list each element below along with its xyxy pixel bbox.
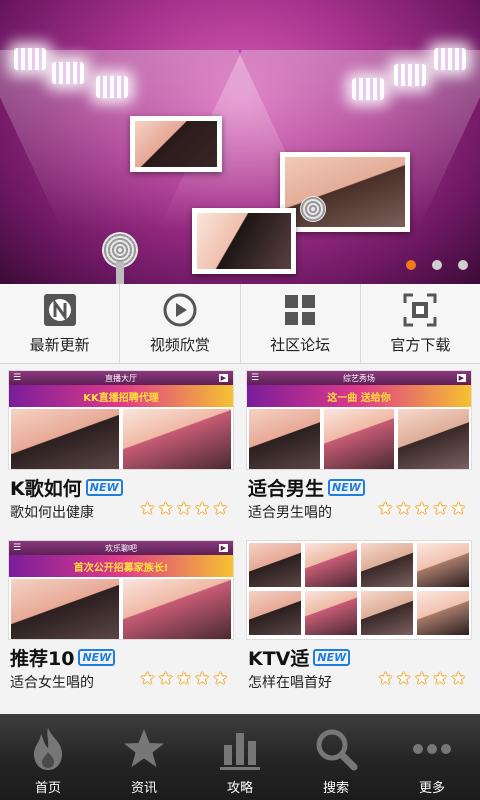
- star-icon: ★: [212, 669, 228, 689]
- microphone-icon: [300, 196, 326, 222]
- screenshot-banner: 首次公开招募家族长!: [9, 555, 233, 577]
- star-icon: ★: [139, 669, 155, 689]
- quick-nav: 最新更新 视频欣赏 社区论坛 官方下载: [0, 284, 480, 364]
- stage-lamp: [14, 48, 46, 70]
- card-title: KTV适 NEW: [248, 644, 351, 671]
- star-icon: ★: [158, 499, 174, 519]
- tab-label: 资讯: [130, 781, 157, 796]
- star-icon: ★: [158, 669, 174, 689]
- bar-chart-icon: [216, 725, 264, 773]
- grid-icon: [283, 293, 317, 327]
- carousel-dot[interactable]: [458, 260, 468, 270]
- app-screenshot: [246, 540, 472, 640]
- rating-stars: ★ ★ ★ ★ ★: [378, 501, 466, 518]
- tab-home[interactable]: 首页: [0, 714, 96, 800]
- flame-icon: [24, 725, 72, 773]
- tab-more[interactable]: 更多: [384, 714, 480, 800]
- stage-lamp: [352, 78, 384, 100]
- card-title: 适合男生 NEW: [248, 474, 365, 501]
- app-screenshot: 欢乐聊吧 首次公开招募家族长!: [8, 540, 234, 640]
- carousel-dot[interactable]: [406, 260, 416, 270]
- tab-label: 更多: [418, 781, 445, 796]
- stage-lamp: [96, 76, 128, 98]
- card-subtitle: 怎样在唱首好: [248, 675, 332, 691]
- tab-label: 搜索: [322, 781, 349, 796]
- quick-nav-download[interactable]: 官方下载: [361, 284, 480, 363]
- star-icon: ★: [396, 669, 412, 689]
- screenshot-header: 欢乐聊吧: [9, 541, 233, 555]
- quick-nav-label: 社区论坛: [270, 335, 331, 354]
- app-card[interactable]: 欢乐聊吧 首次公开招募家族长! 推荐10NEW 适合女生唱的 ★★★★★: [0, 534, 234, 694]
- carousel-indicator: [406, 260, 468, 270]
- tab-label: 攻略: [226, 781, 253, 796]
- more-dots-icon: [408, 725, 456, 773]
- star-icon: ★: [377, 669, 393, 689]
- star-icon: ★: [414, 499, 430, 519]
- star-icon: ★: [176, 499, 192, 519]
- quick-nav-label: 视频欣赏: [149, 335, 210, 354]
- star-icon: ★: [432, 669, 448, 689]
- quick-nav-forum[interactable]: 社区论坛: [241, 284, 361, 363]
- rating-stars: ★ ★ ★ ★ ★: [140, 671, 228, 688]
- banner-carousel[interactable]: [0, 0, 480, 284]
- star-icon: ★: [377, 499, 393, 519]
- app-card[interactable]: 综艺秀场 这一曲 送给你 适合男生NEW 适合男生唱的 ★★★★★: [238, 364, 472, 524]
- banner-photo: [130, 116, 222, 172]
- star-icon: ★: [194, 669, 210, 689]
- new-badge: NEW: [78, 649, 116, 666]
- new-badge: NEW: [85, 479, 123, 496]
- bottom-tab-bar: 首页 资讯 攻略 搜索 更多: [0, 714, 480, 800]
- app-screenshot: 综艺秀场 这一曲 送给你: [246, 370, 472, 470]
- quick-nav-latest[interactable]: 最新更新: [0, 284, 121, 363]
- card-subtitle: 适合男生唱的: [248, 505, 332, 521]
- quick-nav-label: 最新更新: [29, 335, 90, 354]
- card-title: K歌如何 NEW: [10, 474, 123, 501]
- star-icon: ★: [194, 499, 210, 519]
- screenshot-header: 直播大厅: [9, 371, 233, 385]
- banner-photo: [192, 208, 296, 274]
- rating-stars: ★ ★ ★ ★ ★: [140, 501, 228, 518]
- play-icon: [163, 293, 197, 327]
- banner-photo: [280, 152, 410, 232]
- tab-news[interactable]: 资讯: [96, 714, 192, 800]
- carousel-dot[interactable]: [432, 260, 442, 270]
- stage-lamp: [52, 62, 84, 84]
- microphone-stand: [116, 262, 124, 284]
- star-icon: ★: [139, 499, 155, 519]
- star-icon: ★: [450, 669, 466, 689]
- new-badge: NEW: [328, 479, 365, 496]
- quick-nav-label: 官方下载: [390, 335, 451, 354]
- card-subtitle: 歌如何出健康: [10, 505, 94, 521]
- star-icon: ★: [450, 499, 466, 519]
- tab-search[interactable]: 搜索: [288, 714, 384, 800]
- card-title: 推荐10 NEW: [10, 644, 116, 671]
- search-icon: [312, 725, 360, 773]
- app-card[interactable]: 直播大厅 KK直播招聘代理 K歌如何NEW 歌如何出健康 ★★★★★: [0, 364, 234, 524]
- star-icon: ★: [396, 499, 412, 519]
- card-subtitle: 适合女生唱的: [10, 675, 94, 691]
- star-icon: ★: [176, 669, 192, 689]
- star-icon: ★: [432, 499, 448, 519]
- app-card[interactable]: KTV适 NEW 怎样在唱首好 ★ ★ ★ ★ ★: [238, 534, 472, 694]
- app-screenshot: 直播大厅 KK直播招聘代理: [8, 370, 234, 470]
- star-icon: ★: [212, 499, 228, 519]
- rating-stars: ★ ★ ★ ★ ★: [378, 671, 466, 688]
- tab-guide[interactable]: 攻略: [192, 714, 288, 800]
- n-logo-icon: [43, 293, 77, 327]
- star-icon: ★: [414, 669, 430, 689]
- stage-lamp: [434, 48, 466, 70]
- screenshot-banner: KK直播招聘代理: [9, 385, 233, 407]
- screenshot-banner: 这一曲 送给你: [247, 385, 471, 407]
- screenshot-header: 综艺秀场: [247, 371, 471, 385]
- download-frame-icon: [403, 293, 437, 327]
- star-icon: [120, 725, 168, 773]
- stage-lamp: [394, 64, 426, 86]
- quick-nav-video[interactable]: 视频欣赏: [120, 284, 241, 363]
- tab-label: 首页: [34, 781, 61, 796]
- new-badge: NEW: [313, 649, 351, 666]
